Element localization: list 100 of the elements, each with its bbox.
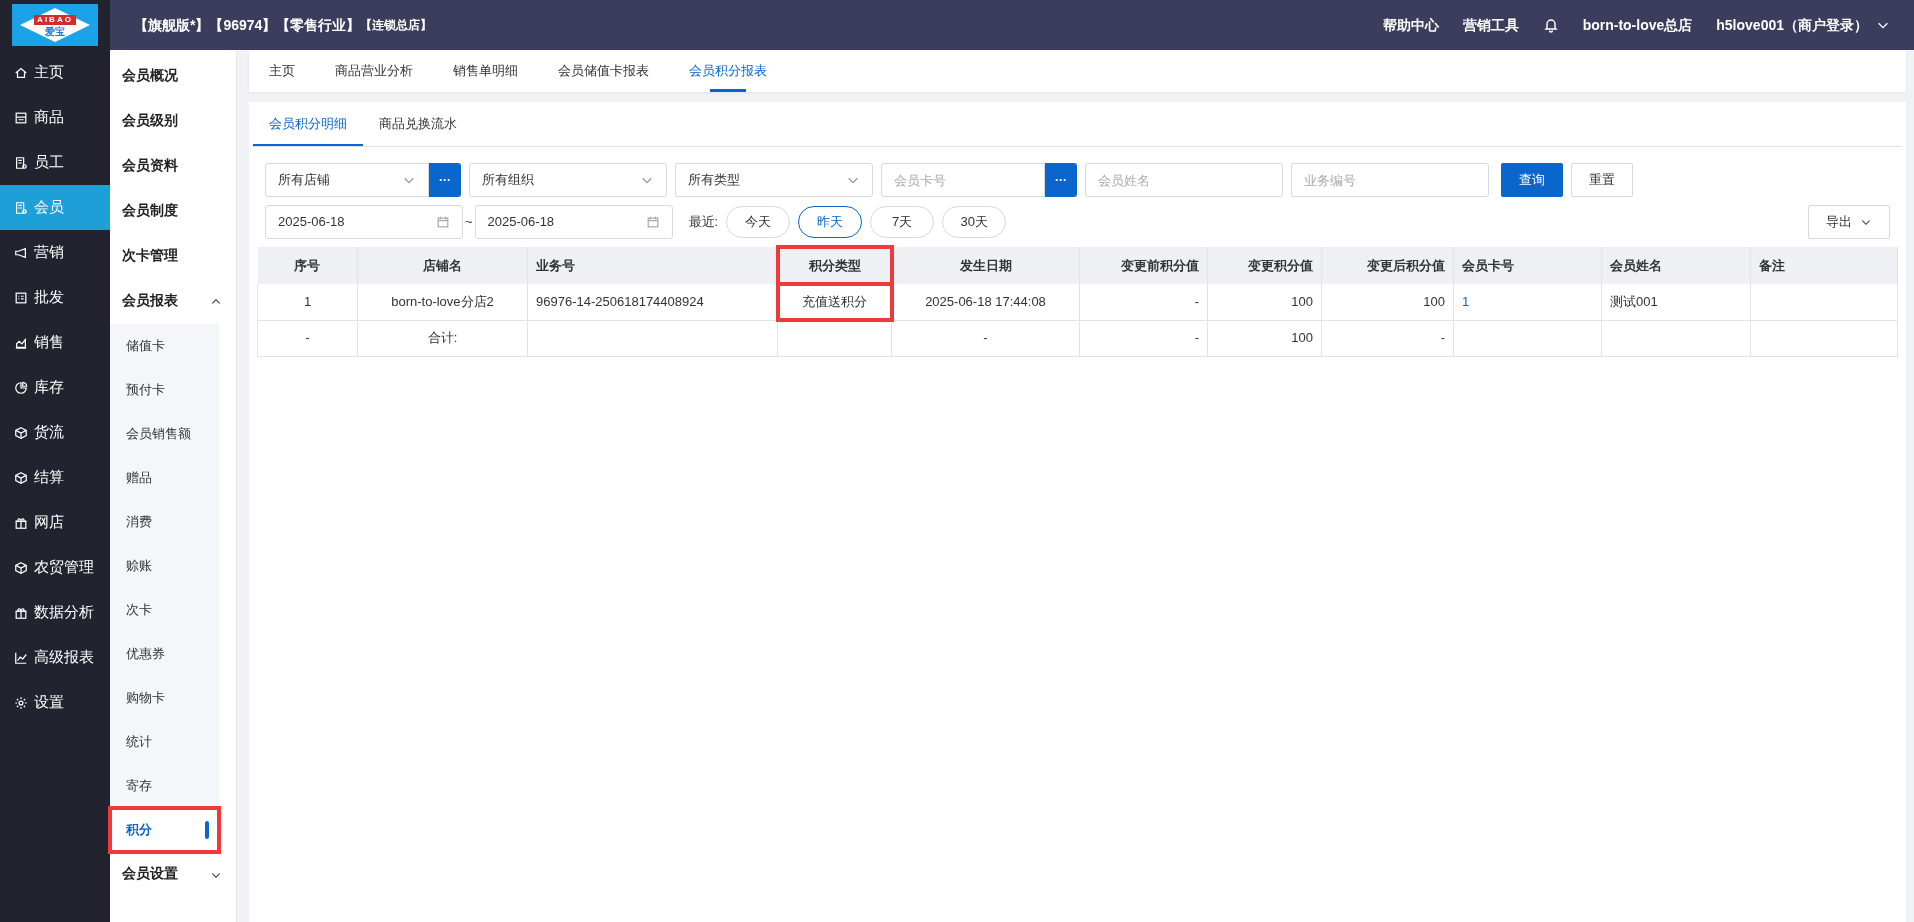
nav-item[interactable]: 网店 <box>0 500 110 545</box>
dropdown[interactable]: 所有类型 <box>675 163 873 197</box>
table-cell: 1 <box>257 284 358 320</box>
sub-menu-item[interactable]: 会员制度 <box>110 189 236 234</box>
nav-item[interactable]: 批发 <box>0 275 110 320</box>
tab[interactable]: 会员储值卡报表 <box>538 50 669 92</box>
gift-icon <box>14 515 28 530</box>
sub-menu-item[interactable]: 赠品 <box>110 456 219 500</box>
column-header[interactable]: 变更积分值 <box>1207 247 1322 284</box>
cube-icon <box>14 470 28 485</box>
sub-menu-item[interactable]: 会员级别 <box>110 99 236 144</box>
nav-item[interactable]: 货流 <box>0 410 110 455</box>
megaphone-icon <box>14 245 28 260</box>
tab[interactable]: 主页 <box>249 50 315 92</box>
column-header[interactable]: 变更前积分值 <box>1079 247 1208 284</box>
nav-item[interactable]: 主页 <box>0 50 110 95</box>
nav-item[interactable]: 结算 <box>0 455 110 500</box>
logo-text: AIBAO <box>34 15 76 25</box>
lookup-button[interactable]: ··· <box>1045 163 1077 197</box>
nav-item[interactable]: 农贸管理 <box>0 545 110 590</box>
document-icon <box>14 155 28 170</box>
nav-item[interactable]: 员工 <box>0 140 110 185</box>
table-cell: 100 <box>1207 284 1322 320</box>
export-button[interactable]: 导出 <box>1808 205 1890 239</box>
input-field[interactable]: 业务编号 <box>1291 163 1489 197</box>
column-header[interactable]: 店铺名 <box>357 247 528 284</box>
sub-menu-item[interactable]: 购物卡 <box>110 676 219 720</box>
home-icon <box>14 65 28 80</box>
nav-item[interactable]: 设置 <box>0 680 110 725</box>
date-field[interactable]: 2025-06-18 <box>474 205 673 239</box>
nav-item[interactable]: 高级报表 <box>0 635 110 680</box>
table-cell: 2025-06-18 17:44:08 <box>891 284 1080 320</box>
nav-item[interactable]: 数据分析 <box>0 590 110 635</box>
sub-menu-item[interactable]: 优惠券 <box>110 632 219 676</box>
tab[interactable]: 销售单明细 <box>433 50 538 92</box>
nav-item[interactable]: 商品 <box>0 95 110 140</box>
sub-menu-item[interactable]: 统计 <box>110 720 219 764</box>
date-range-button[interactable]: 今天 <box>726 206 791 238</box>
sub-menu-item[interactable]: 储值卡 <box>110 324 219 368</box>
table-cell: 充值送积分 <box>777 284 892 320</box>
header-link[interactable]: 营销工具 <box>1462 14 1519 36</box>
bell-icon[interactable] <box>1542 17 1559 33</box>
table-cell: 100 <box>1321 284 1454 320</box>
nav-item[interactable]: 销售 <box>0 320 110 365</box>
tab[interactable]: 商品兑换流水 <box>363 102 473 146</box>
input-field[interactable]: 会员卡号 <box>881 163 1045 197</box>
date-range-button[interactable]: 7天 <box>870 206 935 238</box>
industry-label: 【零售行业】 <box>276 15 361 35</box>
pie-chart-icon <box>14 380 28 395</box>
input-field[interactable]: 会员姓名 <box>1085 163 1283 197</box>
column-header[interactable]: 发生日期 <box>891 247 1080 284</box>
date-field[interactable]: 2025-06-18 <box>265 205 463 239</box>
column-header[interactable]: 变更后积分值 <box>1321 247 1454 284</box>
tab[interactable]: 商品营业分析 <box>315 50 433 92</box>
reset-button[interactable]: 重置 <box>1571 163 1633 197</box>
nav-item[interactable]: 库存 <box>0 365 110 410</box>
sub-menu-item[interactable]: 会员概况 <box>110 54 236 99</box>
table-cell: 1 <box>1453 284 1602 320</box>
table-cell: - <box>1079 320 1208 356</box>
table-cell: - <box>1079 284 1208 320</box>
sub-menu-item[interactable]: 会员设置 <box>110 852 236 897</box>
store-type-label: 【连锁总店】 <box>360 17 433 34</box>
table-cell: 测试001 <box>1601 284 1751 320</box>
column-header[interactable]: 会员卡号 <box>1453 247 1602 284</box>
header-link[interactable]: 帮助中心 <box>1382 14 1439 36</box>
table-cell: born-to-love分店2 <box>357 284 528 320</box>
user-menu[interactable]: h5love001（商户登录） <box>1716 14 1890 36</box>
sub-menu-item[interactable]: 赊账 <box>110 544 219 588</box>
cube-icon <box>14 560 28 575</box>
store-switcher[interactable]: born-to-love总店 <box>1582 14 1693 36</box>
table-cell: - <box>1321 320 1454 356</box>
sub-menu-item[interactable]: 会员销售额 <box>110 412 219 456</box>
logo[interactable]: AIBAO 爱宝 <box>12 4 98 46</box>
sub-menu-item[interactable]: 寄存 <box>110 764 219 808</box>
sub-menu-item[interactable]: 会员报表 <box>110 279 236 324</box>
column-header[interactable]: 序号 <box>257 247 358 284</box>
sub-menu-item[interactable]: 次卡管理 <box>110 234 236 279</box>
table-cell: - <box>891 320 1080 356</box>
dropdown[interactable]: 所有组织 <box>469 163 667 197</box>
tab[interactable]: 会员积分明细 <box>253 102 363 146</box>
gift-icon <box>14 605 28 620</box>
date-range-button[interactable]: 30天 <box>942 206 1007 238</box>
sub-menu-item[interactable]: 消费 <box>110 500 219 544</box>
lookup-button[interactable]: ··· <box>429 163 461 197</box>
list-icon <box>14 290 28 305</box>
column-header[interactable]: 积分类型 <box>777 247 892 284</box>
date-range-button[interactable]: 昨天 <box>798 206 863 238</box>
sub-menu-item[interactable]: 会员资料 <box>110 144 236 189</box>
tab[interactable]: 会员积分报表 <box>669 50 787 92</box>
sub-menu-item[interactable]: 积分 <box>110 808 219 852</box>
query-button[interactable]: 查询 <box>1501 163 1563 197</box>
dropdown[interactable]: 所有店铺 <box>265 163 429 197</box>
column-header[interactable]: 备注 <box>1750 247 1898 284</box>
nav-item[interactable]: 营销 <box>0 230 110 275</box>
column-header[interactable]: 业务号 <box>527 247 778 284</box>
sub-menu-item[interactable]: 次卡 <box>110 588 219 632</box>
column-header[interactable]: 会员姓名 <box>1601 247 1751 284</box>
sub-menu-item[interactable]: 预付卡 <box>110 368 219 412</box>
selection-indicator <box>205 821 209 839</box>
calendar-icon <box>645 215 660 229</box>
